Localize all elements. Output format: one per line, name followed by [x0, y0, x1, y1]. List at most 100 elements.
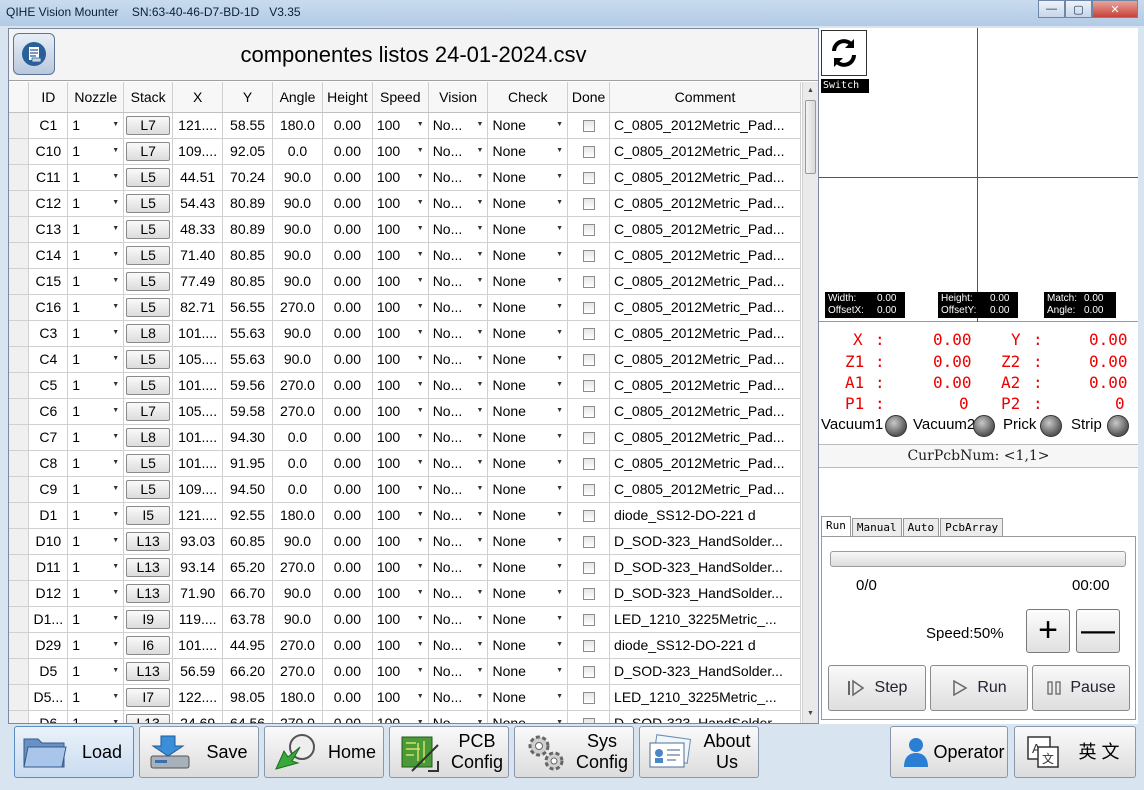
cell-y[interactable]: 59.58 — [222, 398, 274, 425]
cell-height[interactable]: 0.00 — [322, 684, 373, 711]
table-row[interactable]: C13 1 ▼ L5 48.33 80.89 90.0 0.00 100 ▼ No... ▼ None ▼… — [9, 216, 801, 243]
stack-button[interactable]: I9 — [126, 609, 171, 629]
done-checkbox[interactable] — [582, 718, 595, 723]
cell-comment[interactable]: C_0805_2012Metric_Pad... — [609, 346, 801, 373]
row-header[interactable] — [9, 294, 30, 321]
done-checkbox[interactable] — [582, 614, 595, 627]
cell-y[interactable]: 63.78 — [222, 606, 274, 633]
table-row[interactable]: D1... 1 ▼ I9 119.... 63.78 90.0 0.00 100 ▼ No... ▼ N… — [9, 606, 801, 633]
cell-x[interactable]: 56.59 — [172, 658, 224, 685]
nozzle-select[interactable]: 1 ▼ — [67, 346, 125, 373]
cell-y[interactable]: 92.05 — [222, 138, 274, 165]
stack-button[interactable]: L5 — [126, 375, 171, 395]
row-header[interactable] — [9, 138, 30, 165]
nozzle-select[interactable]: 1 ▼ — [67, 268, 125, 295]
col-header-stack[interactable]: Stack — [123, 82, 174, 113]
cell-x[interactable]: 101.... — [172, 320, 224, 347]
cell-height[interactable]: 0.00 — [322, 658, 373, 685]
stack-button[interactable]: L5 — [126, 479, 171, 499]
row-header[interactable] — [9, 606, 30, 633]
nozzle-select[interactable]: 1 ▼ — [67, 242, 125, 269]
stack-button[interactable]: I7 — [126, 687, 171, 707]
vision-select[interactable]: No... ▼ — [428, 424, 489, 451]
check-select[interactable]: None ▼ — [487, 606, 569, 633]
cell-angle[interactable]: 270.0 — [272, 632, 323, 659]
cell-angle[interactable]: 90.0 — [272, 606, 323, 633]
cell-y[interactable]: 94.50 — [222, 476, 274, 503]
nozzle-select[interactable]: 1 ▼ — [67, 372, 125, 399]
cell-angle[interactable]: 90.0 — [272, 190, 323, 217]
cell-angle[interactable]: 270.0 — [272, 658, 323, 685]
cell-y[interactable]: 66.70 — [222, 580, 274, 607]
cell-height[interactable]: 0.00 — [322, 710, 373, 723]
stack-button[interactable]: L5 — [126, 271, 171, 291]
col-header-id[interactable]: ID — [28, 82, 69, 113]
row-header[interactable] — [9, 190, 30, 217]
cell-comment[interactable]: C_0805_2012Metric_Pad... — [609, 398, 801, 425]
cell-angle[interactable]: 180.0 — [272, 112, 323, 139]
cell-id[interactable]: C7 — [28, 424, 69, 451]
save-button[interactable]: Save — [139, 726, 259, 778]
nozzle-select[interactable]: 1 ▼ — [67, 112, 125, 139]
done-checkbox[interactable] — [582, 328, 595, 341]
stack-button[interactable]: L5 — [126, 193, 171, 213]
cell-x[interactable]: 101.... — [172, 632, 224, 659]
cell-angle[interactable]: 90.0 — [272, 164, 323, 191]
cell-comment[interactable]: D_SOD-323_HandSolder... — [609, 710, 801, 723]
speed-select[interactable]: 100 ▼ — [372, 346, 429, 373]
table-row[interactable]: D12 1 ▼ L13 71.90 66.70 90.0 0.00 100 ▼ No... ▼ None… — [9, 580, 801, 607]
cell-comment[interactable]: LED_1210_3225Metric_... — [609, 684, 801, 711]
col-header-comment[interactable]: Comment — [609, 82, 801, 113]
col-header-speed[interactable]: Speed — [372, 82, 429, 113]
speed-select[interactable]: 100 ▼ — [372, 476, 429, 503]
cell-angle[interactable]: 90.0 — [272, 216, 323, 243]
cell-x[interactable]: 82.71 — [172, 294, 224, 321]
done-checkbox[interactable] — [582, 562, 595, 575]
speed-select[interactable]: 100 ▼ — [372, 268, 429, 295]
done-checkbox[interactable] — [582, 250, 595, 263]
cell-angle[interactable]: 180.0 — [272, 684, 323, 711]
cell-height[interactable]: 0.00 — [322, 294, 373, 321]
cell-x[interactable]: 77.49 — [172, 268, 224, 295]
row-header[interactable] — [9, 398, 30, 425]
cell-height[interactable]: 0.00 — [322, 476, 373, 503]
vacuum1-led-icon[interactable] — [885, 415, 907, 437]
check-select[interactable]: None ▼ — [487, 658, 569, 685]
cell-height[interactable]: 0.00 — [322, 450, 373, 477]
vision-select[interactable]: No... ▼ — [428, 372, 489, 399]
check-select[interactable]: None ▼ — [487, 372, 569, 399]
vision-select[interactable]: No... ▼ — [428, 268, 489, 295]
cell-height[interactable]: 0.00 — [322, 346, 373, 373]
row-header[interactable] — [9, 684, 30, 711]
cell-id[interactable]: C13 — [28, 216, 69, 243]
cell-height[interactable]: 0.00 — [322, 580, 373, 607]
speed-select[interactable]: 100 ▼ — [372, 554, 429, 581]
done-checkbox[interactable] — [582, 120, 595, 133]
vision-select[interactable]: No... ▼ — [428, 112, 489, 139]
prick-led-icon[interactable] — [1040, 415, 1062, 437]
cell-id[interactable]: D10 — [28, 528, 69, 555]
stack-button[interactable]: L5 — [126, 349, 171, 369]
cell-id[interactable]: D11 — [28, 554, 69, 581]
col-header-nozzle[interactable]: Nozzle — [67, 82, 125, 113]
vision-select[interactable]: No... ▼ — [428, 164, 489, 191]
speed-select[interactable]: 100 ▼ — [372, 242, 429, 269]
cell-angle[interactable]: 270.0 — [272, 554, 323, 581]
minimize-button[interactable]: — — [1038, 0, 1065, 18]
stack-button[interactable]: L8 — [126, 427, 171, 447]
speed-select[interactable]: 100 ▼ — [372, 424, 429, 451]
cell-id[interactable]: C16 — [28, 294, 69, 321]
check-select[interactable]: None ▼ — [487, 320, 569, 347]
cell-x[interactable]: 109.... — [172, 476, 224, 503]
cell-x[interactable]: 93.03 — [172, 528, 224, 555]
table-row[interactable]: D10 1 ▼ L13 93.03 60.85 90.0 0.00 100 ▼ No... ▼ None… — [9, 528, 801, 555]
row-header[interactable] — [9, 112, 30, 139]
cell-id[interactable]: D5... — [28, 684, 69, 711]
cell-id[interactable]: C4 — [28, 346, 69, 373]
done-checkbox[interactable] — [582, 276, 595, 289]
cell-id[interactable]: D1 — [28, 502, 69, 529]
cell-comment[interactable]: C_0805_2012Metric_Pad... — [609, 424, 801, 451]
cell-comment[interactable]: C_0805_2012Metric_Pad... — [609, 320, 801, 347]
check-select[interactable]: None ▼ — [487, 346, 569, 373]
vision-select[interactable]: No... ▼ — [428, 242, 489, 269]
